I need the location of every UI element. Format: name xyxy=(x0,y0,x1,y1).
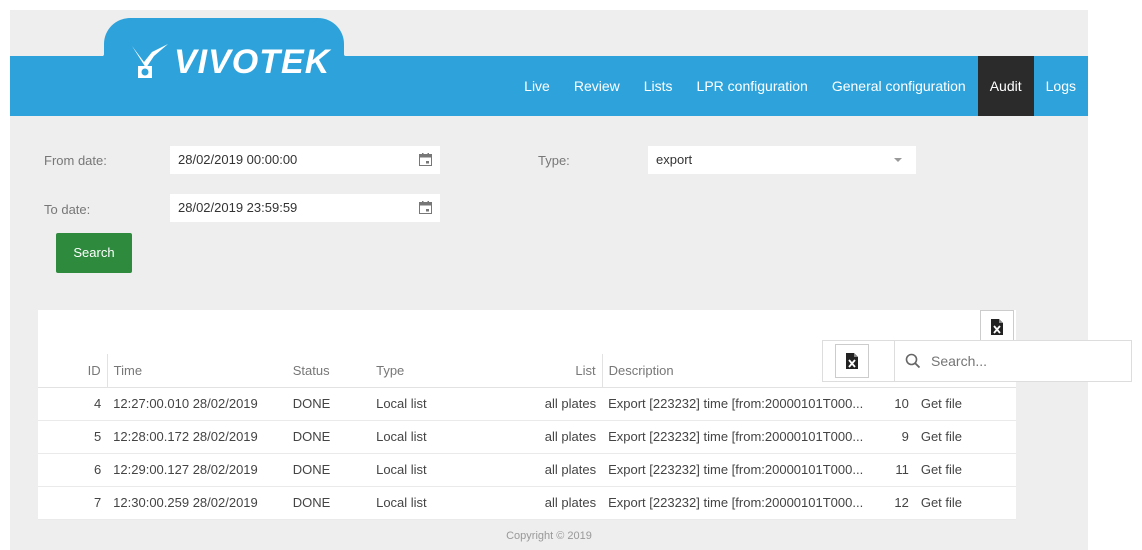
cell-time: 12:28:00.172 28/02/2019 xyxy=(107,420,287,454)
column-header-list[interactable]: List xyxy=(465,354,603,388)
table-row[interactable]: 5 12:28:00.172 28/02/2019 DONE Local lis… xyxy=(38,420,1016,454)
cell-time: 12:30:00.259 28/02/2019 xyxy=(107,486,287,520)
cell-count: 9 xyxy=(869,420,915,454)
cell-time: 12:27:00.010 28/02/2019 xyxy=(107,387,287,421)
table-search-toolbar xyxy=(822,340,1132,382)
excel-export-icon xyxy=(846,353,858,369)
cell-status: DONE xyxy=(286,387,371,421)
column-header-id[interactable]: ID xyxy=(38,354,108,388)
to-date-label: To date: xyxy=(44,202,91,217)
table-row[interactable]: 4 12:27:00.010 28/02/2019 DONE Local lis… xyxy=(38,387,1016,421)
get-file-link[interactable]: Get file xyxy=(914,387,1016,421)
nav-item-lists[interactable]: Lists xyxy=(632,56,685,116)
nav-item-review[interactable]: Review xyxy=(562,56,632,116)
calendar-icon[interactable] xyxy=(419,153,432,166)
nav-item-logs[interactable]: Logs xyxy=(1034,56,1088,116)
cell-type: Local list xyxy=(370,486,466,520)
cell-count: 10 xyxy=(869,387,915,421)
cell-status: DONE xyxy=(286,420,371,454)
cell-time: 12:29:00.127 28/02/2019 xyxy=(107,453,287,487)
search-button[interactable]: Search xyxy=(56,233,132,273)
table-row[interactable]: 7 12:30:00.259 28/02/2019 DONE Local lis… xyxy=(38,486,1016,520)
search-icon xyxy=(905,353,921,369)
cell-id: 5 xyxy=(38,420,108,454)
nav-item-audit[interactable]: Audit xyxy=(977,56,1034,116)
app-window: Live Review Lists LPR configuration Gene… xyxy=(10,10,1088,550)
nav-item-live[interactable]: Live xyxy=(512,56,562,116)
table-row[interactable]: 6 12:29:00.127 28/02/2019 DONE Local lis… xyxy=(38,453,1016,487)
calendar-icon[interactable] xyxy=(419,201,432,214)
type-select-value: export xyxy=(656,152,693,167)
to-date-field[interactable]: 28/02/2019 23:59:59 xyxy=(170,194,440,222)
cell-list: all plates xyxy=(465,387,603,421)
cell-id: 4 xyxy=(38,387,108,421)
from-date-value: 28/02/2019 00:00:00 xyxy=(178,152,298,167)
brand-name: VIVOTEK xyxy=(174,42,331,81)
brand-logo[interactable]: VIVOTEK xyxy=(130,32,330,92)
type-select[interactable]: export xyxy=(648,146,916,174)
chevron-down-icon xyxy=(894,158,902,162)
cell-list: all plates xyxy=(465,453,603,487)
nav-item-lpr-configuration[interactable]: LPR configuration xyxy=(685,56,820,116)
cell-id: 6 xyxy=(38,453,108,487)
cell-description: Export [223232] time [from:20000101T000.… xyxy=(602,486,870,520)
cell-count: 11 xyxy=(869,453,915,487)
column-header-type[interactable]: Type xyxy=(370,354,466,388)
cell-type: Local list xyxy=(370,420,466,454)
search-input[interactable] xyxy=(929,352,1123,370)
cell-description: Export [223232] time [from:20000101T000.… xyxy=(602,387,870,421)
get-file-link[interactable]: Get file xyxy=(914,420,1016,454)
nav-menu: Live Review Lists LPR configuration Gene… xyxy=(512,56,1088,116)
from-date-label: From date: xyxy=(44,153,107,168)
from-date-field[interactable]: 28/02/2019 00:00:00 xyxy=(170,146,440,174)
to-date-value: 28/02/2019 23:59:59 xyxy=(178,200,298,215)
get-file-link[interactable]: Get file xyxy=(914,486,1016,520)
cell-description: Export [223232] time [from:20000101T000.… xyxy=(602,453,870,487)
excel-export-icon xyxy=(991,319,1003,335)
cell-list: all plates xyxy=(465,420,603,454)
export-excel-button[interactable] xyxy=(980,310,1014,344)
type-label: Type: xyxy=(538,153,570,168)
cell-description: Export [223232] time [from:20000101T000.… xyxy=(602,420,870,454)
nav-item-general-configuration[interactable]: General configuration xyxy=(820,56,978,116)
cell-status: DONE xyxy=(286,486,371,520)
cell-status: DONE xyxy=(286,453,371,487)
vivotek-logo-icon xyxy=(132,44,168,78)
cell-type: Local list xyxy=(370,387,466,421)
export-excel-button[interactable] xyxy=(835,344,869,378)
footer-copyright: Copyright © 2019 xyxy=(506,530,592,542)
get-file-link[interactable]: Get file xyxy=(914,453,1016,487)
cell-list: all plates xyxy=(465,486,603,520)
search-box xyxy=(894,341,1134,381)
cell-id: 7 xyxy=(38,486,108,520)
column-header-status[interactable]: Status xyxy=(286,354,371,388)
cell-count: 12 xyxy=(869,486,915,520)
column-header-time[interactable]: Time xyxy=(106,354,287,388)
cell-type: Local list xyxy=(370,453,466,487)
